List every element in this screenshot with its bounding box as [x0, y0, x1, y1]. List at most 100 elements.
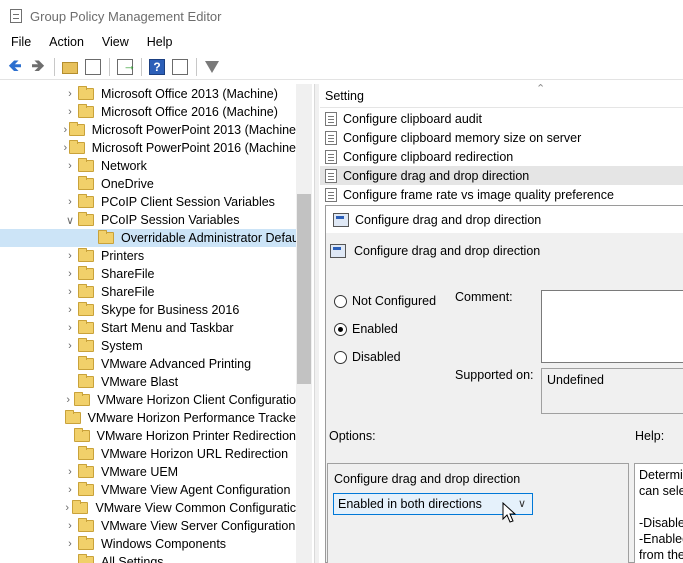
- up-one-level-button[interactable]: [59, 56, 81, 78]
- tree-item-label: PCoIP Client Session Variables: [101, 195, 275, 209]
- tree-item-label: VMware Blast: [101, 375, 179, 389]
- tree-item[interactable]: › VMware View Common Configuratic: [0, 499, 296, 517]
- chevron-down-icon[interactable]: ∨: [518, 497, 526, 510]
- tree-item[interactable]: › PCoIP Client Session Variables: [0, 193, 296, 211]
- folder-icon: [78, 86, 94, 100]
- chevron-right-icon[interactable]: ›: [62, 304, 78, 316]
- radio-disabled[interactable]: Disabled: [334, 350, 401, 364]
- chevron-right-icon[interactable]: ›: [62, 538, 78, 550]
- tree-scrollbar-thumb[interactable]: [297, 194, 311, 384]
- tree-item[interactable]: › ShareFile: [0, 265, 296, 283]
- tree-item[interactable]: › Network: [0, 157, 296, 175]
- setting-row[interactable]: Configure frame rate vs image quality pr…: [320, 185, 683, 204]
- toolbar-separator: [196, 57, 197, 76]
- radio-not-configured-dot[interactable]: [334, 294, 347, 308]
- chevron-right-icon[interactable]: ›: [62, 502, 72, 514]
- properties-button[interactable]: [169, 56, 191, 78]
- chevron-right-icon[interactable]: ›: [62, 124, 69, 136]
- tree-item[interactable]: › Skype for Business 2016: [0, 301, 296, 319]
- chevron-right-icon[interactable]: ›: [62, 196, 78, 208]
- chevron-right-icon[interactable]: ›: [62, 466, 78, 478]
- policy-tree[interactable]: › Microsoft Office 2013 (Machine) › Microso…: [0, 84, 312, 563]
- tree-item[interactable]: All Settings: [0, 553, 296, 563]
- radio-disabled-dot[interactable]: [334, 350, 347, 364]
- folder-icon: [78, 356, 94, 370]
- forward-button[interactable]: 🡺: [27, 56, 49, 78]
- setting-row[interactable]: Configure clipboard redirection: [320, 147, 683, 166]
- chevron-right-icon[interactable]: ›: [62, 268, 78, 280]
- folder-icon: [78, 248, 94, 262]
- tree-item[interactable]: VMware Horizon URL Redirection: [0, 445, 296, 463]
- tree-item[interactable]: › Microsoft Office 2016 (Machine): [0, 103, 296, 121]
- tree-item[interactable]: › Microsoft Office 2013 (Machine): [0, 85, 296, 103]
- tree-item-label: VMware UEM: [101, 465, 179, 479]
- setting-column-header[interactable]: Setting ⌃: [320, 84, 683, 108]
- folder-icon: [64, 410, 81, 424]
- tree-item[interactable]: VMware Advanced Printing: [0, 355, 296, 373]
- tree-item[interactable]: Overridable Administrator Defaul: [0, 229, 296, 247]
- tree-item[interactable]: VMware Horizon Printer Redirection: [0, 427, 296, 445]
- radio-not-configured-label: Not Configured: [352, 294, 437, 308]
- comment-textarea[interactable]: [541, 290, 683, 363]
- tree-item[interactable]: › VMware View Agent Configuration: [0, 481, 296, 499]
- chevron-right-icon[interactable]: ›: [62, 88, 78, 100]
- chevron-right-icon[interactable]: ›: [62, 484, 78, 496]
- tree-item[interactable]: › Microsoft PowerPoint 2013 (Machine: [0, 121, 296, 139]
- radio-enabled-dot[interactable]: [334, 322, 347, 336]
- menu-file[interactable]: File: [0, 35, 38, 49]
- tree-scrollbar[interactable]: [296, 84, 312, 563]
- tree-item[interactable]: › Start Menu and Taskbar: [0, 319, 296, 337]
- toolbar-separator: [54, 57, 55, 76]
- tree-item[interactable]: VMware Blast: [0, 373, 296, 391]
- options-label: Options:: [329, 429, 376, 443]
- tree-item[interactable]: › VMware Horizon Client Configuratio: [0, 391, 296, 409]
- back-button[interactable]: 🡸: [4, 56, 26, 78]
- chevron-right-icon[interactable]: ›: [62, 322, 78, 334]
- tree-item[interactable]: › Windows Components: [0, 535, 296, 553]
- settings-list: Setting ⌃ Configure clipboard audit Confi…: [320, 84, 683, 205]
- chevron-right-icon[interactable]: ›: [62, 106, 78, 118]
- folder-icon: [78, 338, 94, 352]
- tree-item[interactable]: OneDrive: [0, 175, 296, 193]
- chevron-right-icon[interactable]: ›: [62, 250, 78, 262]
- tree-item[interactable]: › VMware UEM: [0, 463, 296, 481]
- folder-icon: [78, 446, 94, 460]
- tree-item[interactable]: › ShareFile: [0, 283, 296, 301]
- pane-divider[interactable]: [314, 84, 319, 563]
- tree-item[interactable]: › VMware View Server Configuration: [0, 517, 296, 535]
- radio-not-configured[interactable]: Not Configured: [334, 294, 436, 308]
- setting-row-label: Configure drag and drop direction: [343, 168, 530, 183]
- help-text-pane[interactable]: Determican sele-Disable-Enabledfrom the-…: [634, 463, 683, 563]
- toolbar-separator: [109, 57, 110, 76]
- chevron-right-icon[interactable]: ›: [62, 340, 78, 352]
- tree-item[interactable]: ∨ PCoIP Session Variables: [0, 211, 296, 229]
- setting-row[interactable]: Configure clipboard audit: [320, 109, 683, 128]
- help-text-line: -Enabled: [639, 532, 683, 546]
- menu-help[interactable]: Help: [136, 35, 180, 49]
- menu-action[interactable]: Action: [38, 35, 91, 49]
- help-icon: ?: [149, 58, 165, 75]
- tree-item-label: Network: [101, 159, 147, 173]
- radio-enabled[interactable]: Enabled: [334, 322, 398, 336]
- tree-item[interactable]: VMware Horizon Performance Tracke: [0, 409, 296, 427]
- setting-column-label: Setting: [325, 88, 364, 103]
- tree-item[interactable]: › System: [0, 337, 296, 355]
- export-list-button[interactable]: [114, 56, 136, 78]
- setting-row[interactable]: Configure drag and drop direction: [320, 166, 683, 185]
- tree-item[interactable]: › Microsoft PowerPoint 2016 (Machine: [0, 139, 296, 157]
- help-text-line: from the: [639, 548, 683, 562]
- menu-view[interactable]: View: [91, 35, 136, 49]
- chevron-right-icon[interactable]: ›: [62, 394, 74, 406]
- filter-button[interactable]: [201, 56, 223, 78]
- show-hide-tree-button[interactable]: [82, 56, 104, 78]
- setting-row[interactable]: Configure clipboard memory size on serve…: [320, 128, 683, 147]
- forward-arrow-icon: 🡺: [31, 57, 45, 75]
- tree-item[interactable]: › Printers: [0, 247, 296, 265]
- chevron-right-icon[interactable]: ›: [62, 160, 78, 172]
- folder-icon: [98, 230, 114, 244]
- chevron-right-icon[interactable]: ›: [62, 520, 78, 532]
- chevron-right-icon[interactable]: ›: [62, 142, 69, 154]
- chevron-down-icon[interactable]: ∨: [62, 214, 78, 227]
- help-button[interactable]: ?: [146, 56, 168, 78]
- chevron-right-icon[interactable]: ›: [62, 286, 78, 298]
